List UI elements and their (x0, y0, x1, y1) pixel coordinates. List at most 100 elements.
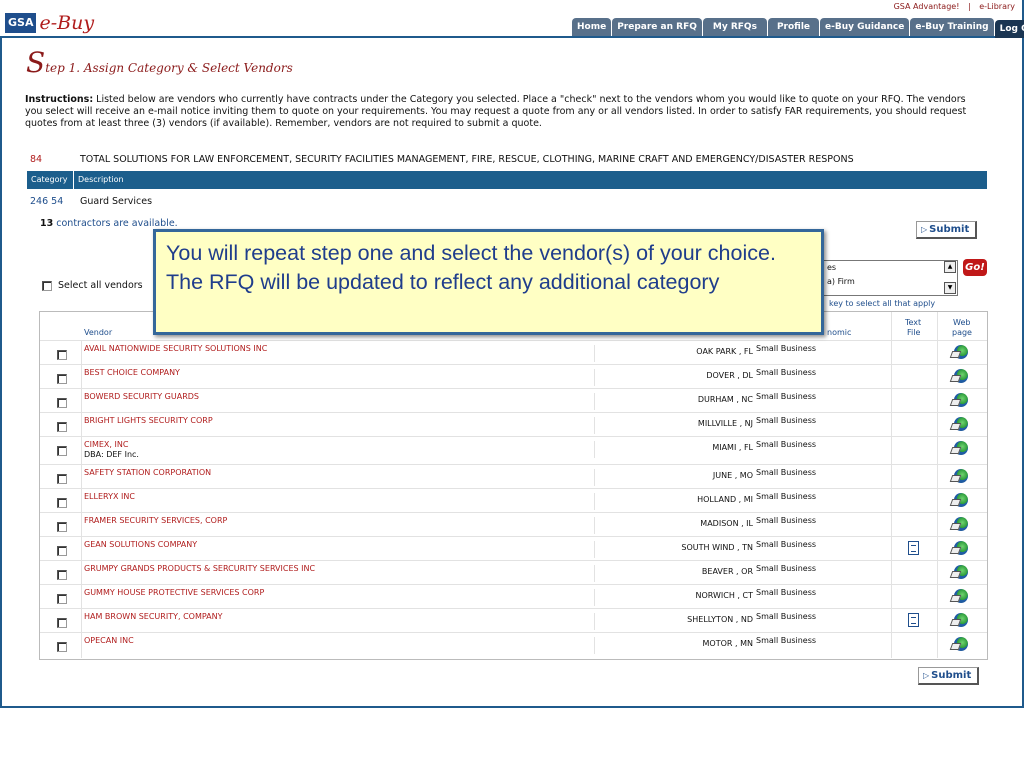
select-all-checkbox[interactable] (42, 280, 52, 291)
socioeconomic-column-header: nomic (827, 328, 852, 337)
tab-log-off[interactable]: Log Off (994, 20, 1024, 38)
web-page-globe-icon[interactable] (954, 517, 968, 531)
vendor-row: GEAN SOLUTIONS COMPANY SOUTH WIND , TN Sma… (40, 536, 987, 560)
vendor-business-type: Small Business (756, 440, 817, 449)
vendor-row: ELLERYX INC HOLLAND , MI Small Business (40, 488, 987, 512)
web-page-globe-icon[interactable] (954, 589, 968, 603)
filter-option[interactable]: es (807, 261, 957, 275)
vendor-business-type: Small Business (756, 344, 817, 353)
vendor-name-link[interactable]: HAM BROWN SECURITY, COMPANY (84, 612, 223, 621)
go-button[interactable]: Go! (963, 259, 987, 276)
vendor-row: OPECAN INC MOTOR , MN Small Business (40, 632, 987, 656)
tab-ebuy-training[interactable]: e-Buy Training (910, 18, 994, 36)
web-page-globe-icon[interactable] (954, 541, 968, 555)
tab-ebuy-guidance[interactable]: e-Buy Guidance (820, 18, 910, 36)
web-page-globe-icon[interactable] (954, 369, 968, 383)
category-description: Guard Services (80, 196, 153, 207)
instructions: Instructions: Listed below are vendors w… (25, 94, 985, 130)
vendor-business-type: Small Business (756, 540, 817, 549)
vendor-business-type: Small Business (756, 636, 817, 645)
description-column-header: Description (78, 175, 124, 184)
vendor-location: MOTOR , MN (594, 637, 753, 654)
tab-home[interactable]: Home (572, 18, 612, 36)
vendor-checkbox[interactable] (57, 398, 67, 408)
vendor-checkbox[interactable] (57, 350, 67, 360)
vendor-row: GRUMPY GRANDS PRODUCTS & SERCURITY SERVI… (40, 560, 987, 584)
scroll-down-button[interactable]: ▼ (944, 282, 956, 294)
web-page-globe-icon[interactable] (954, 493, 968, 507)
web-page-globe-icon[interactable] (954, 613, 968, 627)
submit-label-top: Submit (929, 224, 970, 235)
column-separator (937, 312, 938, 658)
tab-profile[interactable]: Profile (767, 18, 820, 36)
vendor-name-link[interactable]: BEST CHOICE COMPANY (84, 368, 180, 377)
vendor-name-link[interactable]: GUMMY HOUSE PROTECTIVE SERVICES CORP (84, 588, 264, 597)
vendor-business-type: Small Business (756, 516, 817, 525)
vendor-name-link[interactable]: ELLERYX INC (84, 492, 135, 501)
column-separator (891, 312, 892, 658)
e-library-link[interactable]: e-Library (979, 2, 1015, 11)
web-page-globe-icon[interactable] (954, 417, 968, 431)
tab-prepare-rfq[interactable]: Prepare an RFQ (612, 18, 702, 36)
vendor-location: BEAVER , OR (594, 565, 753, 582)
vendor-location: SOUTH WIND , TN (594, 541, 753, 558)
vendor-checkbox[interactable] (57, 522, 67, 532)
vendor-location: NORWICH , CT (594, 589, 753, 606)
gsa-logo-text: GSA (5, 13, 37, 33)
vendor-name-link[interactable]: OPECAN INC (84, 636, 134, 645)
vendor-checkbox[interactable] (57, 618, 67, 628)
vendor-checkbox[interactable] (57, 594, 67, 604)
submit-label-bottom: Submit (931, 670, 972, 681)
vendor-location: MIAMI , FL (594, 441, 753, 458)
vendor-business-type: Small Business (756, 392, 817, 401)
vendor-name-link[interactable]: SAFETY STATION CORPORATION (84, 468, 211, 477)
socioeconomic-filter-list[interactable]: es a) Firm (806, 260, 958, 296)
web-page-globe-icon[interactable] (954, 393, 968, 407)
vendor-checkbox[interactable] (57, 374, 67, 384)
filter-option[interactable]: a) Firm (807, 275, 957, 289)
main-nav: Home Prepare an RFQ My RFQs Profile e-Bu… (572, 18, 1024, 38)
vendor-name-link[interactable]: AVAIL NATIONWIDE SECURITY SOLUTIONS INC (84, 344, 267, 353)
vendor-checkbox[interactable] (57, 474, 67, 484)
ebuy-logo[interactable]: GSA e-Buy (5, 12, 94, 34)
text-file-icon[interactable] (908, 541, 919, 555)
schedule-title: TOTAL SOLUTIONS FOR LAW ENFORCEMENT, SEC… (80, 154, 854, 165)
vendor-checkbox[interactable] (57, 446, 67, 456)
web-page-globe-icon[interactable] (954, 637, 968, 651)
text-file-icon[interactable] (908, 613, 919, 627)
web-page-globe-icon[interactable] (954, 565, 968, 579)
submit-button-top[interactable]: ▷ Submit (916, 221, 978, 239)
vendor-name-link[interactable]: BOWERD SECURITY GUARDS (84, 392, 199, 401)
instructions-label: Instructions: (25, 94, 94, 105)
vendor-column-header: Vendor (84, 328, 113, 337)
vendor-row: BRIGHT LIGHTS SECURITY CORP MILLVILLE , N… (40, 412, 987, 436)
category-code[interactable]: 246 54 (30, 196, 80, 207)
tab-my-rfqs[interactable]: My RFQs (702, 18, 767, 36)
vendor-checkbox[interactable] (57, 570, 67, 580)
vendor-checkbox[interactable] (57, 498, 67, 508)
web-page-globe-icon[interactable] (954, 469, 968, 483)
gsa-advantage-link[interactable]: GSA Advantage! (894, 2, 960, 11)
vendor-name-link[interactable]: BRIGHT LIGHTS SECURITY CORP (84, 416, 213, 425)
vendor-checkbox[interactable] (57, 546, 67, 556)
web-page-globe-icon[interactable] (954, 345, 968, 359)
vendor-checkbox[interactable] (57, 422, 67, 432)
vendor-location: OAK PARK , FL (594, 345, 753, 362)
web-page-globe-icon[interactable] (954, 441, 968, 455)
category-table-header: Category Description (27, 171, 987, 189)
vendor-checkbox[interactable] (57, 642, 67, 652)
vendor-location: HOLLAND , MI (594, 493, 753, 510)
web-page-column-header-2: page (952, 328, 972, 337)
web-page-column-header-1: Web (953, 318, 971, 327)
vendor-row: FRAMER SECURITY SERVICES, CORP MADISON , … (40, 512, 987, 536)
vendor-name-link[interactable]: GRUMPY GRANDS PRODUCTS & SERCURITY SERVI… (84, 564, 315, 573)
text-file-column-header-2: File (907, 328, 921, 337)
vendor-business-type: Small Business (756, 612, 817, 621)
top-links: GSA Advantage! | e-Library (891, 2, 1018, 11)
select-all-vendors[interactable]: Select all vendors (42, 280, 143, 291)
vendor-name-link[interactable]: GEAN SOLUTIONS COMPANY (84, 540, 197, 549)
submit-button-bottom[interactable]: ▷ Submit (918, 667, 980, 685)
vendor-name-link[interactable]: CIMEX, INC (84, 440, 128, 449)
vendor-name-link[interactable]: FRAMER SECURITY SERVICES, CORP (84, 516, 227, 525)
scroll-up-button[interactable]: ▲ (944, 261, 956, 273)
